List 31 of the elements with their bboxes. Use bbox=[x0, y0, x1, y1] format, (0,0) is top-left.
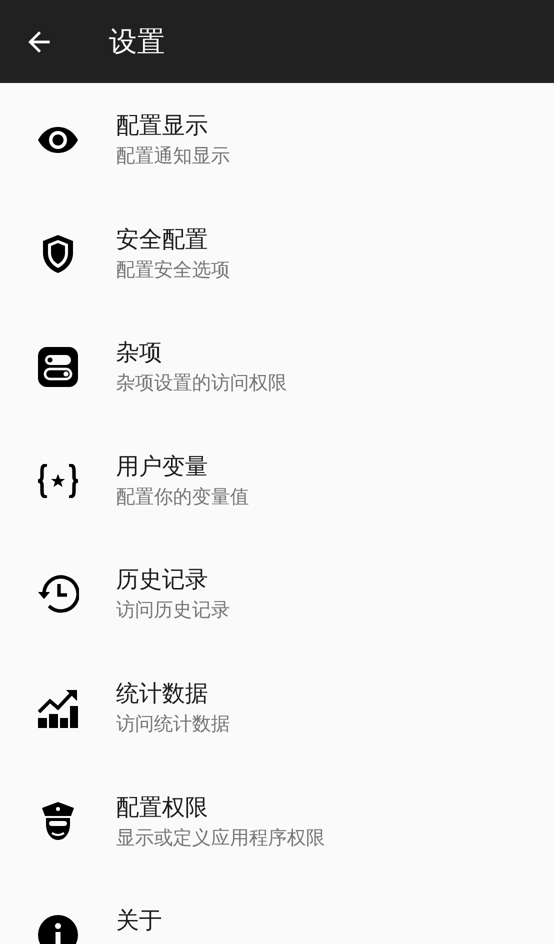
item-subtitle: 显示或定义应用程序权限 bbox=[116, 826, 325, 851]
item-subtitle: 配置安全选项 bbox=[116, 258, 230, 283]
settings-item[interactable]: 用户变量 配置你的变量值 bbox=[0, 424, 554, 538]
braces-star-icon bbox=[37, 464, 79, 498]
shield-icon bbox=[43, 234, 73, 273]
settings-item[interactable]: 杂项 杂项设置的访问权限 bbox=[0, 310, 554, 424]
settings-item[interactable]: 统计数据 访问统计数据 bbox=[0, 650, 554, 765]
settings-item[interactable]: 配置权限 显示或定义应用程序权限 bbox=[0, 764, 554, 878]
item-subtitle: 访问统计数据 bbox=[116, 712, 230, 737]
item-title: 关于 bbox=[116, 907, 162, 936]
item-title: 历史记录 bbox=[116, 566, 209, 596]
item-title: 用户变量 bbox=[116, 452, 209, 482]
toggle-switches-icon bbox=[38, 347, 78, 388]
settings-item[interactable]: 配置显示 配置通知显示 bbox=[0, 83, 554, 197]
settings-item[interactable]: 关于 bbox=[0, 878, 554, 944]
history-clock-icon bbox=[37, 574, 79, 614]
police-officer-icon bbox=[40, 802, 76, 842]
item-title: 统计数据 bbox=[116, 680, 209, 709]
eye-icon bbox=[38, 127, 78, 153]
item-subtitle: 配置通知显示 bbox=[116, 144, 230, 169]
screen-title: 设置 bbox=[109, 24, 165, 60]
item-title: 配置显示 bbox=[116, 112, 209, 141]
item-title: 杂项 bbox=[116, 339, 163, 368]
item-subtitle: 配置你的变量值 bbox=[116, 484, 249, 510]
chart-icon bbox=[38, 688, 78, 728]
item-title: 配置权限 bbox=[116, 794, 209, 823]
item-title: 安全配置 bbox=[116, 226, 209, 255]
item-subtitle: 杂项设置的访问权限 bbox=[116, 371, 287, 396]
settings-item[interactable]: 安全配置 配置安全选项 bbox=[0, 196, 554, 310]
settings-item[interactable]: 历史记录 访问历史记录 bbox=[0, 537, 554, 651]
item-subtitle: 访问历史记录 bbox=[116, 598, 230, 624]
